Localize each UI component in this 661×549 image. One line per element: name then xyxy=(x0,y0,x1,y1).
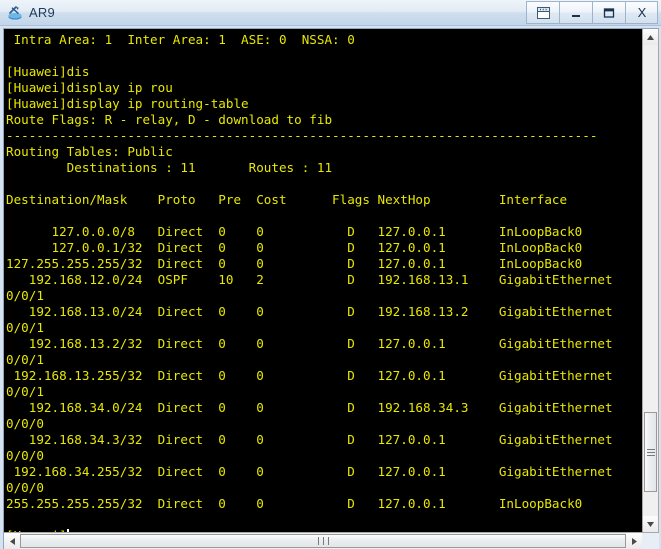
router-device-icon xyxy=(6,4,24,22)
scroll-grip-icon xyxy=(646,447,655,458)
scroll-grip-icon xyxy=(316,537,331,545)
horizontal-scrollbar[interactable] xyxy=(4,532,642,549)
vertical-scroll-track[interactable] xyxy=(643,45,658,516)
console-text: Intra Area: 1 Inter Area: 1 ASE: 0 NSSA:… xyxy=(6,32,642,532)
horizontal-scroll-thumb[interactable] xyxy=(20,534,626,548)
scroll-left-arrow-icon[interactable] xyxy=(4,533,20,549)
window-controls: X xyxy=(526,1,658,24)
text-cursor xyxy=(66,529,69,532)
horizontal-scroll-track[interactable] xyxy=(20,533,626,549)
router-console-window: AR9 X Intra Area: 1 Inter Area: 1 ASE: 0… xyxy=(0,0,661,549)
horizontal-scrollbar-row xyxy=(3,532,659,549)
terminal-area: Intra Area: 1 Inter Area: 1 ASE: 0 NSSA:… xyxy=(0,26,661,549)
scroll-right-arrow-icon[interactable] xyxy=(626,533,642,549)
terminal-row: Intra Area: 1 Inter Area: 1 ASE: 0 NSSA:… xyxy=(3,28,659,532)
maximize-button[interactable] xyxy=(592,1,625,24)
scroll-down-arrow-icon[interactable] xyxy=(643,516,658,532)
restore-window-button[interactable] xyxy=(526,1,559,24)
minimize-button[interactable] xyxy=(559,1,592,24)
vertical-scroll-thumb[interactable] xyxy=(644,412,657,493)
vertical-scrollbar[interactable] xyxy=(642,29,659,532)
scrollbar-corner xyxy=(642,532,659,549)
window-title: AR9 xyxy=(29,5,55,20)
title-bar[interactable]: AR9 X xyxy=(0,0,661,26)
svg-text:X: X xyxy=(637,6,646,19)
console-output-pane[interactable]: Intra Area: 1 Inter Area: 1 ASE: 0 NSSA:… xyxy=(4,29,642,532)
close-button[interactable]: X xyxy=(625,1,658,24)
scroll-up-arrow-icon[interactable] xyxy=(643,29,658,45)
